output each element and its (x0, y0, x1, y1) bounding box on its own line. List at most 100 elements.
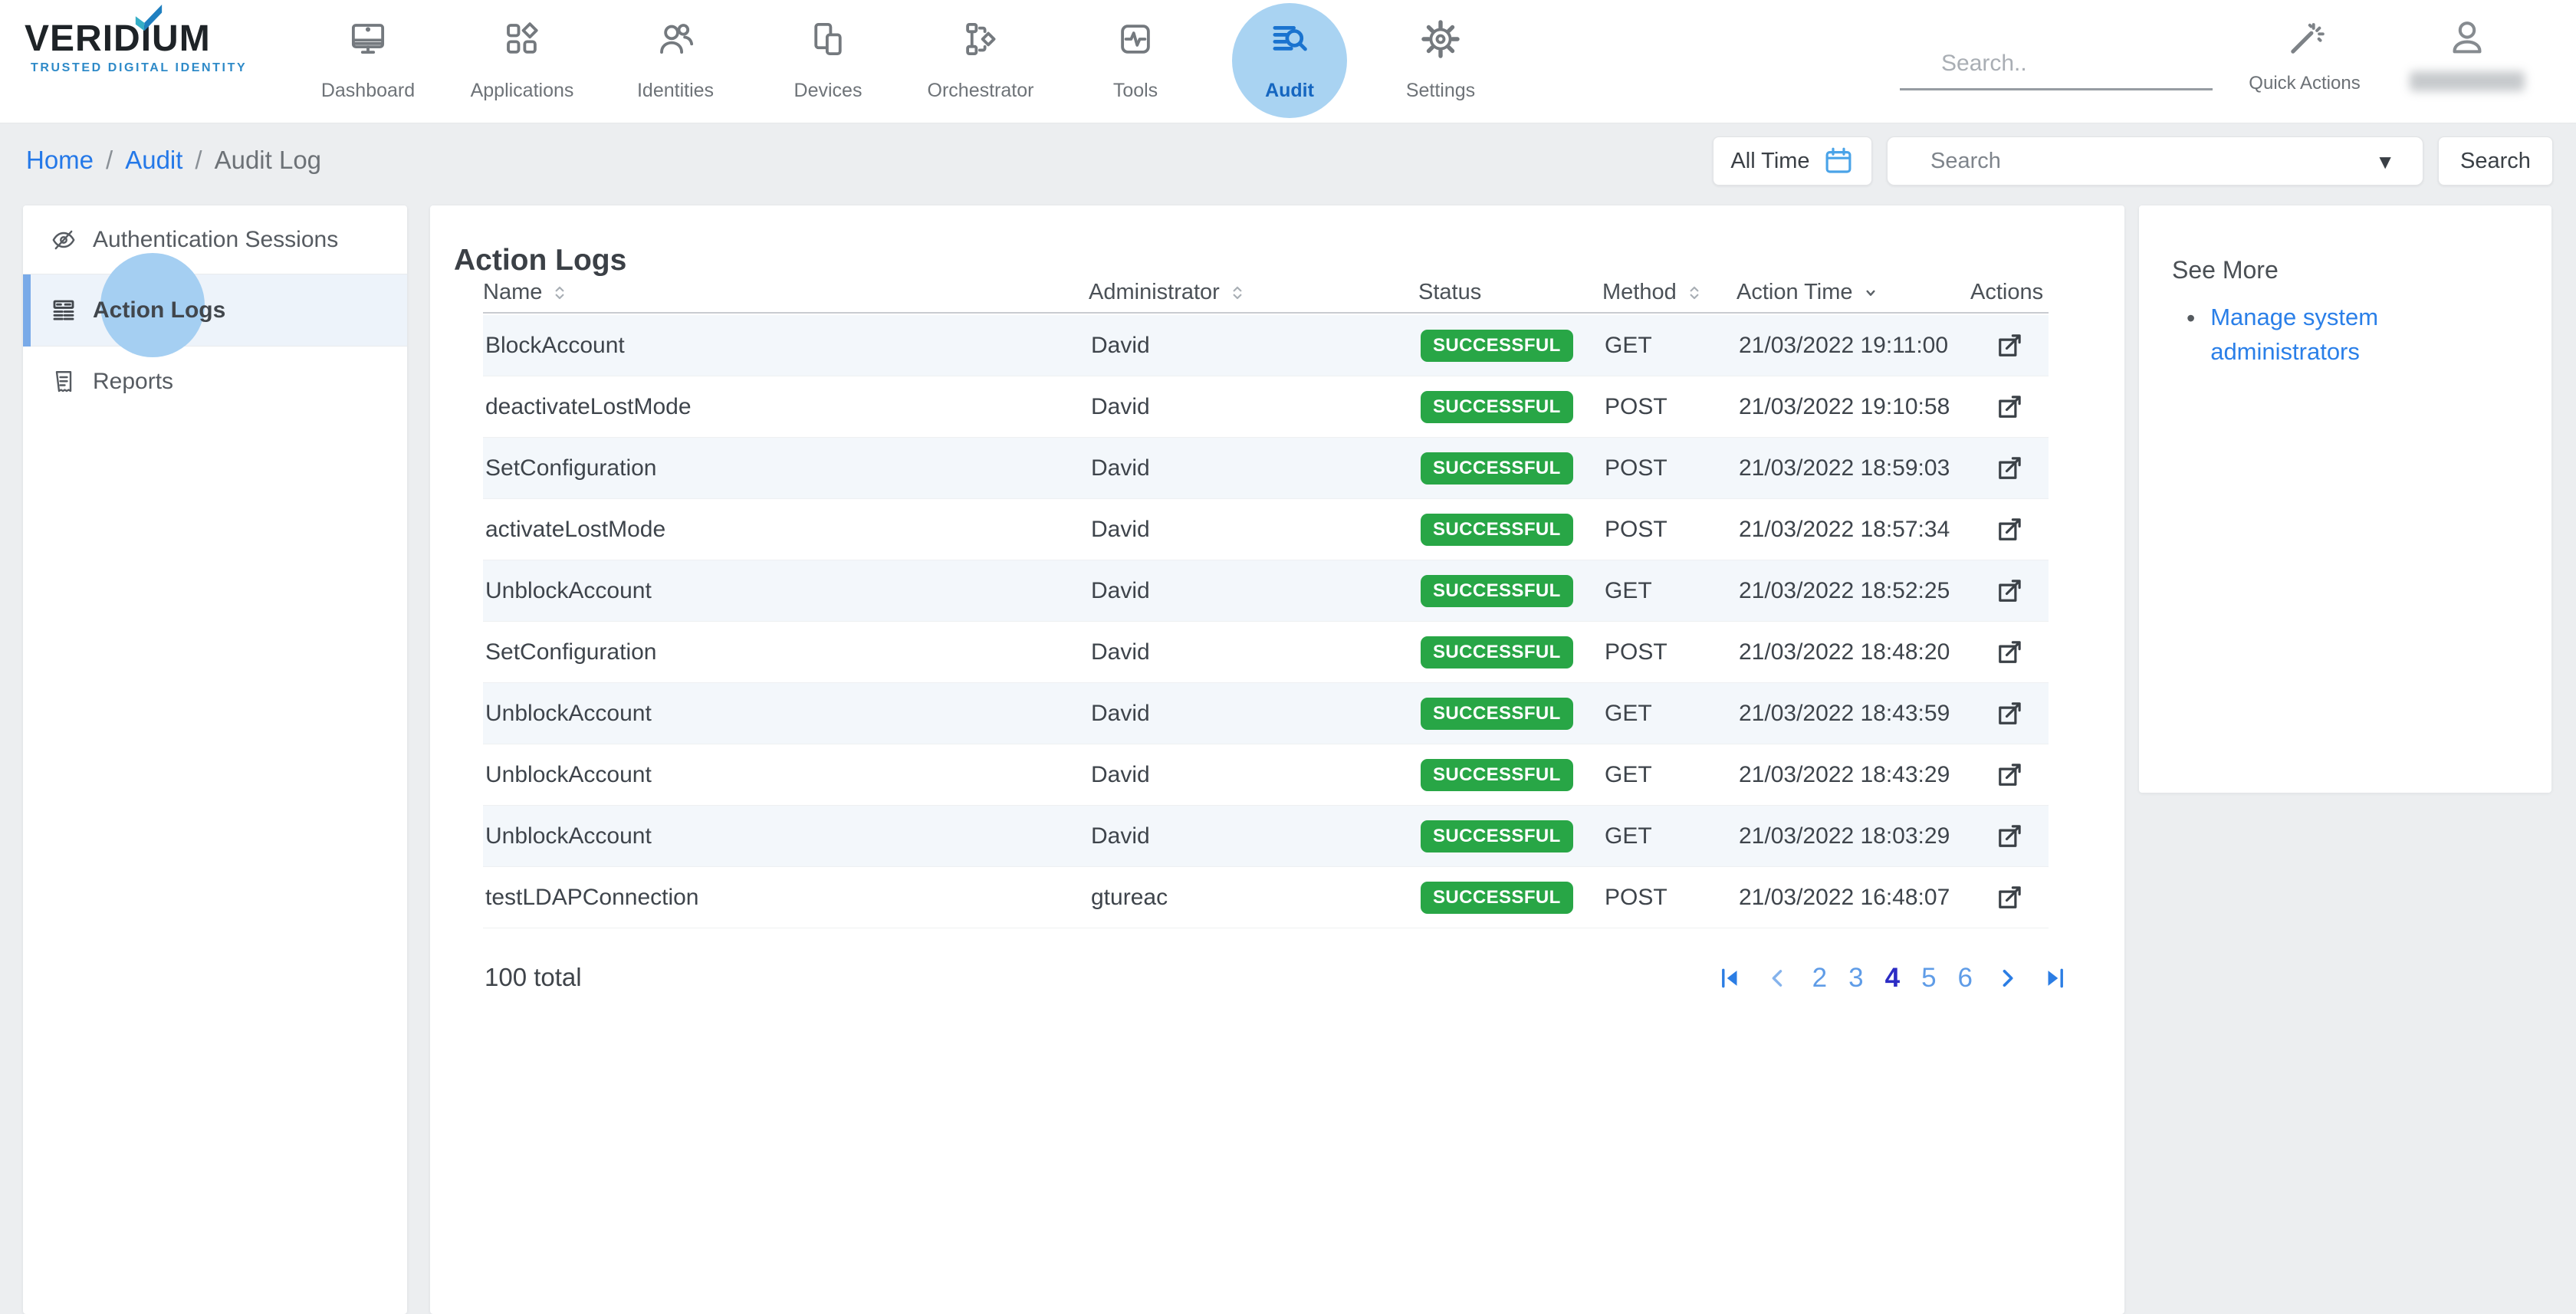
sidebar-item-action-logs[interactable]: Action Logs (23, 274, 407, 347)
cell-name: testLDAPConnection (483, 885, 1089, 911)
cell-action-time: 21/03/2022 18:52:25 (1737, 578, 1970, 604)
column-header-administrator[interactable]: Administrator (1089, 280, 1418, 305)
page-number-3[interactable]: 3 (1848, 963, 1863, 994)
audit-sidebar: Authentication Sessions Action Logs Repo… (23, 205, 407, 1314)
nav-item-applications[interactable]: Applications (457, 0, 587, 123)
table-row: testLDAPConnection gtureac SUCCESSFUL PO… (483, 867, 2049, 928)
cell-method: POST (1602, 517, 1737, 543)
open-log-detail-button[interactable] (1993, 514, 2026, 546)
nav-label: Orchestrator (915, 80, 1046, 102)
cell-name: UnblockAccount (483, 823, 1089, 849)
cell-administrator: David (1089, 639, 1418, 665)
status-badge: SUCCESSFUL (1421, 391, 1573, 423)
search-field-dropdown[interactable]: Search ▼ (1887, 136, 2423, 186)
previous-page-button[interactable] (1765, 965, 1791, 991)
veridium-admin-console: VERIDIUM TRUSTED DIGITAL IDENTITY Dashbo… (0, 0, 2576, 1314)
cell-method: POST (1602, 394, 1737, 420)
cell-name: UnblockAccount (483, 578, 1089, 604)
first-page-button[interactable] (1717, 965, 1743, 991)
table-row: UnblockAccount David SUCCESSFUL GET 21/0… (483, 806, 2049, 867)
page-number-2[interactable]: 2 (1812, 963, 1827, 994)
cell-administrator: David (1089, 517, 1418, 543)
time-range-button[interactable]: All Time (1713, 136, 1872, 186)
pagination: 2 3 4 5 6 (1717, 958, 2068, 998)
sort-icon (550, 283, 570, 303)
user-name-redacted (2410, 71, 2525, 91)
sidebar-item-reports[interactable]: Reports (23, 347, 407, 416)
cell-administrator: David (1089, 578, 1418, 604)
column-header-action-time[interactable]: Action Time (1737, 280, 1970, 305)
open-log-detail-button[interactable] (1993, 820, 2026, 852)
nav-item-identities[interactable]: Identities (610, 0, 741, 123)
nav-label: Audit (1224, 80, 1355, 102)
cell-name: UnblockAccount (483, 701, 1089, 727)
status-badge: SUCCESSFUL (1421, 759, 1573, 791)
cell-method: POST (1602, 639, 1737, 665)
status-badge: SUCCESSFUL (1421, 452, 1573, 485)
cell-action-time: 21/03/2022 19:10:58 (1737, 394, 1970, 420)
logo-tagline: TRUSTED DIGITAL IDENTITY (31, 61, 255, 75)
first-page-icon (1717, 965, 1743, 991)
nav-label: Applications (457, 80, 587, 102)
manage-system-administrators-link[interactable]: Manage system administrators (2210, 301, 2448, 370)
bullet-icon: • (2187, 301, 2195, 370)
sidebar-item-authentication-sessions[interactable]: Authentication Sessions (23, 205, 407, 274)
user-menu[interactable] (2398, 15, 2536, 91)
cell-method: GET (1602, 762, 1737, 788)
status-badge: SUCCESSFUL (1421, 882, 1573, 914)
settings-gear-icon (1420, 18, 1461, 60)
cell-name: BlockAccount (483, 333, 1089, 359)
open-log-detail-button[interactable] (1993, 330, 2026, 362)
external-link-icon (1993, 575, 2026, 607)
search-button[interactable]: Search (2438, 136, 2553, 186)
global-search-input[interactable] (1940, 50, 2239, 81)
page-number-4-current: 4 (1885, 963, 1900, 994)
open-log-detail-button[interactable] (1993, 452, 2026, 485)
quick-actions-button[interactable]: Quick Actions (2236, 18, 2374, 94)
chevron-right-icon (1994, 965, 2020, 991)
open-log-detail-button[interactable] (1993, 575, 2026, 607)
nav-item-devices[interactable]: Devices (763, 0, 893, 123)
veridium-logo[interactable]: VERIDIUM TRUSTED DIGITAL IDENTITY (25, 20, 255, 75)
nav-item-settings[interactable]: Settings (1375, 0, 1506, 123)
open-log-detail-button[interactable] (1993, 698, 2026, 730)
eye-off-icon (50, 226, 77, 254)
active-item-indicator (23, 274, 31, 347)
magic-wand-icon (2283, 18, 2326, 61)
cell-method: POST (1602, 455, 1737, 481)
open-log-detail-button[interactable] (1993, 636, 2026, 668)
page-number-5[interactable]: 5 (1921, 963, 1936, 994)
cell-method: GET (1602, 578, 1737, 604)
page-number-6[interactable]: 6 (1958, 963, 1973, 994)
cell-method: GET (1602, 333, 1737, 359)
open-log-detail-button[interactable] (1993, 882, 2026, 914)
open-log-detail-button[interactable] (1993, 759, 2026, 791)
table-body: BlockAccount David SUCCESSFUL GET 21/03/… (483, 315, 2049, 928)
last-page-button[interactable] (2042, 965, 2068, 991)
total-count-label: 100 total (485, 963, 582, 992)
column-header-name[interactable]: Name (483, 280, 1089, 305)
sort-icon (1684, 283, 1704, 303)
breadcrumb-home-link[interactable]: Home (26, 146, 94, 175)
last-page-icon (2042, 965, 2068, 991)
top-navigation-bar: VERIDIUM TRUSTED DIGITAL IDENTITY Dashbo… (0, 0, 2576, 123)
breadcrumb-audit-link[interactable]: Audit (125, 146, 182, 175)
cell-administrator: David (1089, 394, 1418, 420)
nav-item-orchestrator[interactable]: Orchestrator (915, 0, 1046, 123)
open-log-detail-button[interactable] (1993, 391, 2026, 423)
identities-icon (655, 18, 696, 60)
nav-label: Identities (610, 80, 741, 102)
table-row: UnblockAccount David SUCCESSFUL GET 21/0… (483, 683, 2049, 744)
cell-name: SetConfiguration (483, 639, 1089, 665)
nav-item-dashboard[interactable]: Dashboard (303, 0, 433, 123)
nav-item-audit[interactable]: Audit (1224, 0, 1355, 123)
nav-item-tools[interactable]: Tools (1070, 0, 1201, 123)
column-header-method[interactable]: Method (1602, 280, 1737, 305)
column-header-actions: Actions (1970, 280, 2049, 305)
external-link-icon (1993, 759, 2026, 791)
see-more-panel: See More • Manage system administrators (2139, 205, 2551, 793)
status-badge: SUCCESSFUL (1421, 820, 1573, 852)
external-link-icon (1993, 514, 2026, 546)
table-header-row: Name Administrator Status Method Action … (483, 273, 2049, 314)
next-page-button[interactable] (1994, 965, 2020, 991)
